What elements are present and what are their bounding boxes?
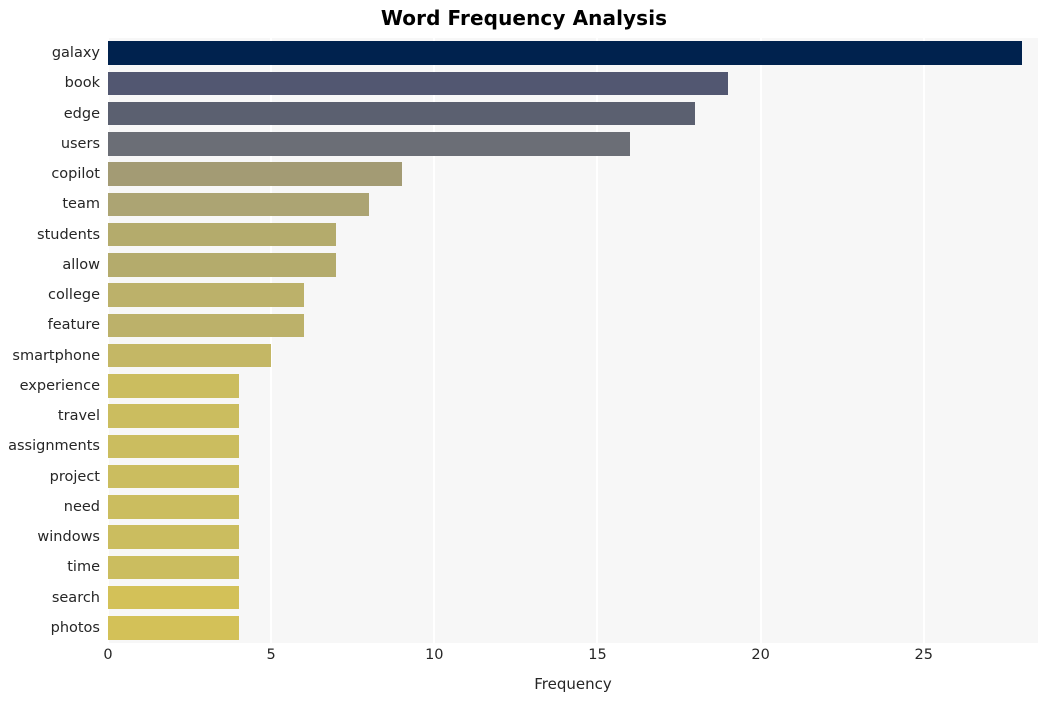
y-tick-label-team: team — [62, 196, 100, 213]
bar-row — [108, 192, 1038, 217]
bar-row — [108, 585, 1038, 610]
bar-row — [108, 374, 1038, 398]
y-tick-label-photos: photos — [50, 619, 100, 636]
x-tick-label-20: 20 — [751, 647, 770, 663]
y-tick-label-assignments: assignments — [8, 438, 100, 455]
y-tick-label-galaxy: galaxy — [51, 45, 100, 62]
bar-row — [108, 132, 1038, 156]
bar-row — [108, 313, 1038, 338]
bar-row — [108, 616, 1038, 640]
x-tick-label-25: 25 — [914, 647, 934, 663]
bar-row — [108, 41, 1038, 65]
y-tick-label-students: students — [37, 226, 100, 243]
y-tick-label-time: time — [67, 559, 100, 576]
bar-row — [108, 555, 1038, 580]
bar-students[interactable] — [108, 222, 337, 247]
x-axis-tick-labels: 0 5 10 15 20 25 — [0, 648, 1048, 672]
bar-time[interactable] — [108, 555, 239, 580]
bars-layer — [108, 38, 1038, 643]
y-tick-label-project: project — [49, 468, 100, 485]
bar-windows[interactable] — [108, 525, 239, 549]
y-axis-tick-labels: galaxy book edge users copilot team students al… — [0, 38, 108, 643]
x-tick-label-5: 5 — [266, 647, 276, 663]
y-tick-label-smartphone: smartphone — [12, 347, 100, 364]
word-frequency-chart-figure: Word Frequency Analysis galaxy book edge us… — [0, 0, 1048, 701]
y-tick-label-edge: edge — [63, 105, 100, 122]
plot-area — [107, 38, 1038, 643]
bar-row — [108, 101, 1038, 126]
y-tick-label-windows: windows — [37, 529, 100, 546]
bar-assignments[interactable] — [108, 434, 239, 459]
bar-photos[interactable] — [108, 616, 239, 640]
bar-row — [108, 253, 1038, 277]
bar-search[interactable] — [108, 585, 239, 610]
y-tick-label-allow: allow — [62, 256, 100, 273]
bar-smartphone[interactable] — [108, 343, 272, 368]
bar-row — [108, 222, 1038, 247]
y-tick-label-users: users — [60, 135, 100, 152]
bar-feature[interactable] — [108, 313, 304, 338]
x-tick-label-0: 0 — [103, 647, 113, 663]
bar-allow[interactable] — [108, 253, 337, 277]
x-tick-label-10: 10 — [425, 647, 444, 663]
chart-title: Word Frequency Analysis — [380, 6, 668, 30]
bar-row — [108, 495, 1038, 519]
bar-row — [108, 343, 1038, 368]
bar-travel[interactable] — [108, 404, 239, 428]
y-tick-label-need: need — [63, 498, 100, 515]
bar-galaxy[interactable] — [108, 41, 1022, 65]
bar-copilot[interactable] — [108, 162, 402, 186]
y-tick-label-book: book — [64, 75, 100, 92]
y-tick-label-copilot: copilot — [51, 166, 100, 183]
bar-college[interactable] — [108, 283, 304, 307]
bar-team[interactable] — [108, 192, 370, 217]
bar-row — [108, 434, 1038, 459]
bar-row — [108, 404, 1038, 428]
bar-row — [108, 283, 1038, 307]
bar-row — [108, 71, 1038, 96]
bar-need[interactable] — [108, 495, 239, 519]
y-tick-label-feature: feature — [47, 317, 100, 334]
bar-users[interactable] — [108, 132, 631, 156]
x-tick-label-15: 15 — [588, 647, 607, 663]
bar-row — [108, 525, 1038, 549]
y-tick-label-search: search — [51, 589, 100, 606]
x-axis-label: Frequency — [534, 675, 612, 693]
bar-book[interactable] — [108, 71, 728, 96]
bar-edge[interactable] — [108, 101, 696, 126]
bar-row — [108, 464, 1038, 489]
y-tick-label-travel: travel — [57, 408, 100, 425]
bar-project[interactable] — [108, 464, 239, 489]
y-tick-label-college: college — [48, 287, 100, 304]
y-tick-label-experience: experience — [19, 377, 100, 394]
bar-row — [108, 162, 1038, 186]
bar-experience[interactable] — [108, 374, 239, 398]
